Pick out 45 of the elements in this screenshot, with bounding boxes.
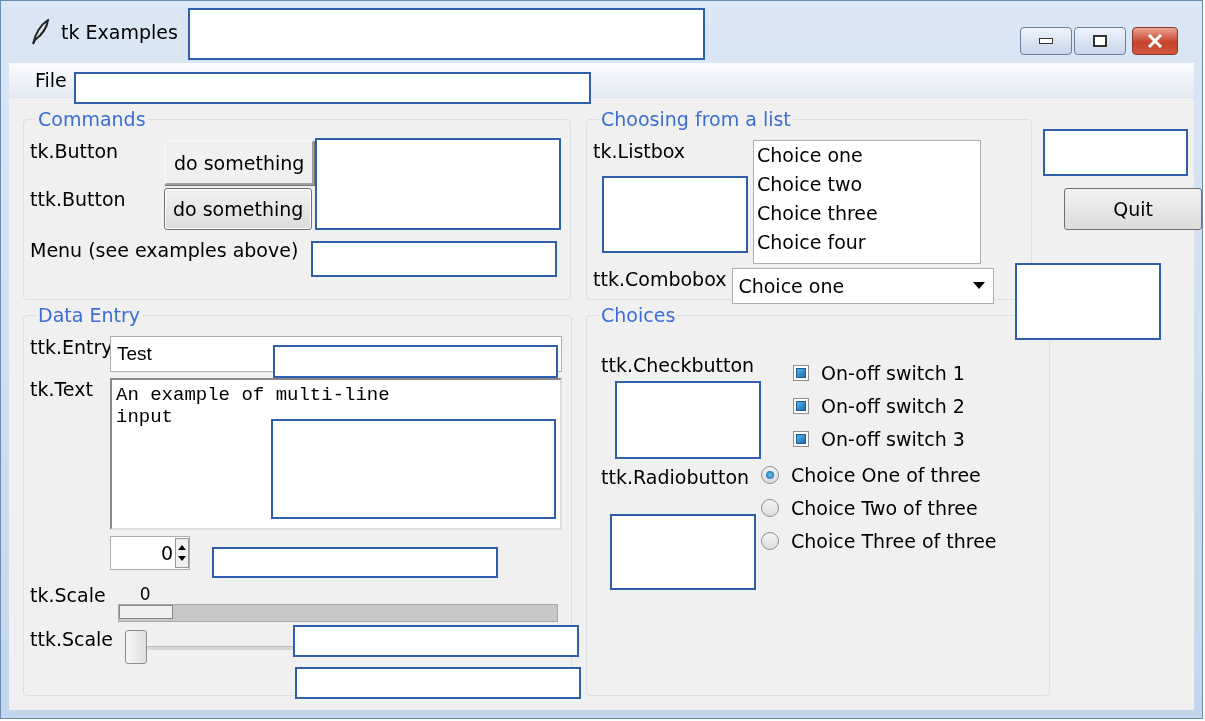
widget-label: Menu (see examples above) xyxy=(30,239,299,261)
scale-value: 0 xyxy=(139,584,152,604)
spinbox-value: 0 xyxy=(160,542,174,564)
radio-button[interactable]: Choice Two of three xyxy=(761,497,978,519)
radio-button[interactable]: Choice One of three xyxy=(761,464,981,486)
close-icon xyxy=(1147,34,1163,48)
combobox[interactable]: Choice one xyxy=(732,268,995,304)
widget-label: ttk.Radiobutton xyxy=(601,465,750,488)
spin-arrows-icon xyxy=(175,538,189,568)
slider-handle[interactable] xyxy=(125,630,148,664)
minimize-icon xyxy=(1039,38,1053,44)
checkbox[interactable]: On-off switch 1 xyxy=(793,362,965,384)
widget-label: ttk.Checkbutton xyxy=(601,354,755,376)
widget-label: ttk.Button xyxy=(30,188,127,210)
action-button[interactable]: do something xyxy=(164,140,315,185)
slider-handle[interactable] xyxy=(118,605,173,619)
group-title: Choices xyxy=(600,304,677,326)
list-item[interactable]: Choice two xyxy=(754,170,981,199)
checkbox[interactable]: On-off switch 3 xyxy=(793,428,965,450)
close-button[interactable] xyxy=(1132,27,1178,55)
maximize-icon xyxy=(1093,35,1107,47)
list-item[interactable]: Choice one xyxy=(754,141,981,170)
widget-label: tk.Listbox xyxy=(593,140,686,162)
radio-button[interactable]: Choice Three of three xyxy=(761,530,997,552)
widget-label: tk.Button xyxy=(30,140,120,162)
group-title: Data Entry xyxy=(37,304,141,326)
widget-label: ttk.Entry xyxy=(30,336,113,358)
widget-label: ttk.Combobox xyxy=(593,268,727,290)
group-title: Choosing from a list xyxy=(600,108,792,130)
maximize-button[interactable] xyxy=(1074,27,1126,55)
widget-label: ttk.Scale xyxy=(30,628,114,650)
group-title: Commands xyxy=(37,108,147,130)
checkbox[interactable]: On-off switch 2 xyxy=(793,395,965,417)
feather-icon xyxy=(29,19,51,45)
menu-item[interactable]: File xyxy=(35,69,67,91)
action-button[interactable]: do something xyxy=(164,188,313,230)
widget-label: tk.Text xyxy=(30,378,93,400)
quit-button[interactable]: Quit xyxy=(1064,188,1203,230)
list-item[interactable]: Choice four xyxy=(754,228,981,257)
list-item[interactable]: Choice three xyxy=(754,199,981,228)
caret-icon xyxy=(973,282,986,290)
widget-label: tk.Scale xyxy=(30,584,106,606)
minimize-button[interactable] xyxy=(1020,27,1072,55)
spinbox-field[interactable]: 0 xyxy=(110,536,190,570)
window-title: tk Examples xyxy=(61,21,178,43)
